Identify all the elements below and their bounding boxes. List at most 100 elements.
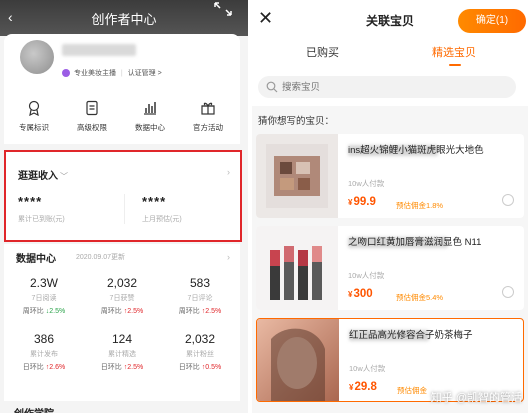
chevron-down-icon: ﹀ [60, 172, 68, 181]
avatar[interactable] [20, 40, 54, 74]
metric-followers[interactable]: 2,032 累计粉丝 日环比 ↑0.5% [164, 332, 236, 372]
income-estimate-label: 上月预估(元) [142, 216, 182, 223]
tool-official-activity[interactable]: 官方活动 [178, 100, 238, 133]
product-sold: 10w人付款 [349, 364, 386, 373]
product-image [256, 134, 338, 218]
watermark: 知乎 @凯智的管活 [430, 392, 522, 404]
metric-change: 日环比 ↑0.5% [164, 362, 236, 372]
select-checkbox[interactable] [502, 286, 514, 298]
product-commission: 预估佣金1.8% [396, 201, 444, 210]
product-name: 红正品高光修容合子奶茶梅子 [349, 330, 473, 341]
income-total-label: 累计已到账(元) [18, 216, 65, 223]
select-checkbox[interactable] [502, 194, 514, 206]
page-title: 创作者中心 [91, 12, 157, 27]
metric-published[interactable]: 386 累计发布 日环比 ↑2.6% [8, 332, 80, 372]
currency-symbol: ¥ [348, 198, 353, 207]
metric-value: 2,032 [184, 332, 216, 346]
income-title-text: 逛逛收入 [18, 171, 58, 182]
confirm-button[interactable]: 确定(1) [458, 9, 526, 33]
price-value: 29.8 [354, 381, 377, 393]
product-sold: 10w人付款 [348, 271, 385, 280]
metric-value: 386 [33, 332, 55, 346]
username-blurred [62, 44, 136, 56]
tool-label: 数据中心 [135, 123, 165, 132]
metric-value: 583 [189, 276, 211, 290]
change-value: 2.5% [49, 308, 66, 315]
product-image [257, 319, 339, 401]
income-total-value: **** [18, 194, 43, 209]
change-value: 2.5% [205, 308, 222, 315]
change-prefix: 周环比 [22, 308, 44, 315]
badge-icon [28, 100, 40, 116]
change-prefix: 日环比 [178, 364, 200, 371]
verified-badge-icon [62, 69, 70, 78]
product-price: ¥99.9 [348, 196, 376, 208]
gift-icon [201, 102, 215, 115]
suggestion-heading: 猜你想写的宝贝： [258, 116, 335, 127]
product-commission: 预估佣金 [397, 386, 427, 395]
metric-reads[interactable]: 2.3W 7日阅读 周环比 ↓2.5% [8, 276, 80, 316]
data-center-title: 数据中心 [16, 254, 56, 265]
product-card[interactable]: 之吻口红黄加唇膏滋润显色 N11 10w人付款 ¥300 预估佣金5.4% [256, 226, 524, 310]
metric-value: 2,032 [106, 276, 138, 290]
metric-change: 周环比 ↓2.5% [8, 306, 80, 316]
data-updated-time: 2020.09.07更新 [76, 254, 126, 261]
chevron-right-icon[interactable]: › [227, 252, 230, 262]
price-value: 300 [353, 288, 373, 300]
data-center-card: 数据中心 2020.09.07更新 › 2.3W 7日阅读 周环比 ↓2.5% … [4, 244, 240, 401]
income-card[interactable]: 逛逛收入 ﹀ › **** 累计已到账(元) **** 上月预估(元) [4, 150, 242, 242]
active-tab-indicator [449, 64, 461, 66]
tool-advanced-permission[interactable]: 高级权限 [62, 100, 122, 133]
creator-center-header: ‹ 创作者中心 [0, 0, 248, 36]
metric-value: 124 [111, 332, 133, 346]
tab-purchased[interactable]: 已购买 [306, 44, 339, 60]
change-prefix: 日环比 [22, 364, 44, 371]
product-price: ¥300 [348, 288, 373, 300]
change-value: 2.5% [127, 364, 144, 371]
metric-likes[interactable]: 2,032 7日获赞 周环比 ↑2.5% [86, 276, 158, 316]
related-products-panel: ✕ 关联宝贝 确定(1) 已购买 精选宝贝 猜你想写的宝贝： ins超火锦鲤小猫… [252, 0, 528, 413]
change-prefix: 日环比 [100, 364, 122, 371]
search-input[interactable] [282, 79, 502, 95]
product-name: 之吻口红黄加唇膏滋润显色 N11 [348, 237, 482, 248]
product-image [256, 226, 338, 310]
search-bar[interactable] [258, 76, 516, 98]
badge-row: 专业美妆主播 | 认证管理 > [62, 68, 162, 78]
badge-label: 专业美妆主播 [73, 70, 116, 77]
chart-icon [144, 102, 156, 115]
tool-exclusive-badge[interactable]: 专属标识 [4, 100, 64, 133]
creator-center-panel: ‹ 创作者中心 专业美妆主播 | 认证管理 > 专属标识 高级权限 数据中心 官… [0, 0, 248, 413]
price-value: 99.9 [353, 196, 376, 208]
metric-label: 累计精选 [108, 351, 136, 358]
metric-label: 7日阅读 [31, 295, 57, 302]
metric-featured[interactable]: 124 累计精选 日环比 ↑2.5% [86, 332, 158, 372]
change-prefix: 周环比 [178, 308, 200, 315]
product-sold: 10w人付款 [348, 179, 385, 188]
expand-icon[interactable] [212, 2, 234, 16]
change-prefix: 周环比 [100, 308, 122, 315]
cert-management-link[interactable]: 认证管理 > [128, 70, 162, 77]
metric-change: 周环比 ↑2.5% [164, 306, 236, 316]
metric-label: 7日获赞 [109, 295, 135, 302]
product-name: ins超火锦鲤小猫斑虎眼光大地色 [348, 145, 484, 156]
permission-icon [86, 100, 98, 116]
change-value: 2.6% [49, 364, 66, 371]
tools-row: 专属标识 高级权限 数据中心 官方活动 [4, 94, 240, 144]
tool-label: 专属标识 [19, 123, 49, 132]
income-title: 逛逛收入 ﹀ [18, 167, 68, 182]
chevron-right-icon[interactable]: › [227, 167, 230, 177]
creation-academy-title[interactable]: 创作学院 [14, 405, 54, 413]
tool-label: 官方活动 [193, 123, 223, 132]
income-estimate-value: **** [142, 194, 167, 209]
metric-comments[interactable]: 583 7日评论 周环比 ↑2.5% [164, 276, 236, 316]
related-products-header: ✕ 关联宝贝 确定(1) 已购买 精选宝贝 [252, 0, 528, 106]
divider [124, 194, 125, 224]
tool-label: 高级权限 [77, 123, 107, 132]
metric-change: 周环比 ↑2.5% [86, 306, 158, 316]
product-card[interactable]: ins超火锦鲤小猫斑虎眼光大地色 10w人付款 ¥99.9 预估佣金1.8% [256, 134, 524, 218]
metric-value: 2.3W [29, 276, 58, 290]
tool-data-center[interactable]: 数据中心 [120, 100, 180, 133]
change-value: 0.5% [205, 364, 222, 371]
currency-symbol: ¥ [348, 290, 353, 299]
tab-featured-products[interactable]: 精选宝贝 [432, 44, 476, 60]
